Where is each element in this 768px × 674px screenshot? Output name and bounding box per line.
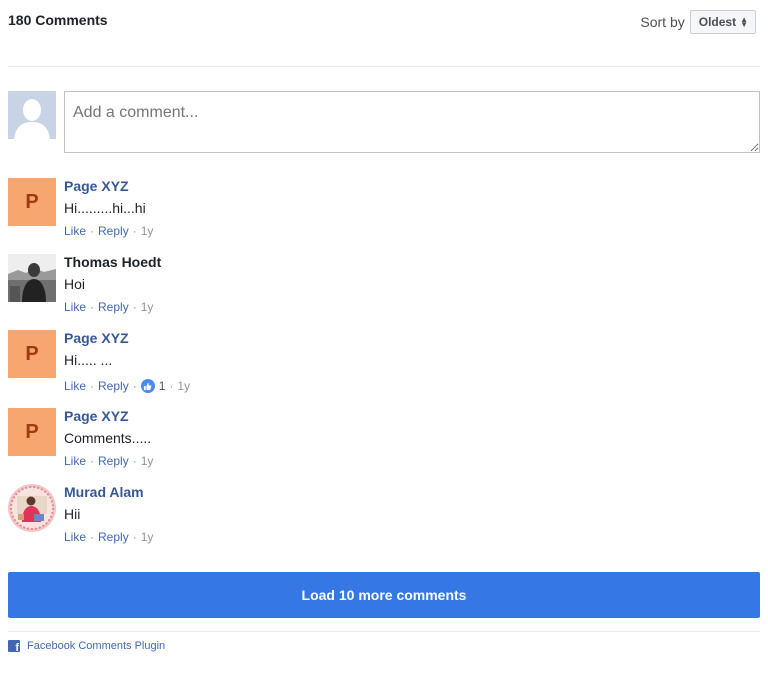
separator: ·: [90, 530, 95, 544]
comment-text: Hi..... ...: [64, 352, 113, 368]
comment-text: Hi.........hi...hi: [64, 200, 146, 216]
comment-input[interactable]: [64, 91, 760, 153]
separator: ·: [132, 224, 137, 238]
comment-text: Comments.....: [64, 430, 152, 446]
reply-link[interactable]: Reply: [98, 379, 129, 393]
page-avatar[interactable]: P: [8, 178, 56, 226]
reply-link[interactable]: Reply: [98, 300, 129, 314]
comment-count: 180 Comments: [8, 12, 108, 28]
comment-actions: Like · Reply · 1y: [64, 300, 153, 314]
page-avatar[interactable]: P: [8, 330, 56, 378]
separator: ·: [132, 454, 137, 468]
comment-age[interactable]: 1y: [141, 224, 154, 238]
like-link[interactable]: Like: [64, 224, 86, 238]
comment-item: P Page XYZ Hi.........hi...hi Like · Rep…: [8, 178, 760, 246]
reply-link[interactable]: Reply: [98, 224, 129, 238]
like-link[interactable]: Like: [64, 300, 86, 314]
comment-age[interactable]: 1y: [141, 300, 154, 314]
reaction-count[interactable]: 1: [159, 379, 166, 393]
thumbs-up-icon[interactable]: [140, 379, 155, 393]
separator: ·: [90, 454, 95, 468]
footer-divider: [8, 631, 760, 632]
comments-header: 180 Comments Sort by Oldest ▲ ▼: [8, 0, 760, 44]
comment-author[interactable]: Thomas Hoedt: [64, 254, 161, 270]
comment-actions: Like · Reply · 1 · 1y: [64, 379, 190, 393]
comment-actions: Like · Reply · 1y: [64, 454, 153, 468]
comment-composer: [8, 91, 760, 153]
plugin-label[interactable]: Facebook Comments Plugin: [27, 640, 165, 652]
separator: ·: [90, 224, 95, 238]
header-divider: [8, 66, 760, 67]
comment-author[interactable]: Murad Alam: [64, 484, 144, 500]
comment-author[interactable]: Page XYZ: [64, 178, 129, 194]
comment-age[interactable]: 1y: [141, 454, 154, 468]
comment-item: P Page XYZ Hi..... ... Like · Reply · 1 …: [8, 330, 760, 398]
comment-item: Murad Alam Hii Like · Reply · 1y: [8, 484, 760, 552]
user-photo-avatar[interactable]: [8, 484, 56, 532]
page-avatar[interactable]: P: [8, 408, 56, 456]
comment-text: Hii: [64, 506, 81, 522]
comment-actions: Like · Reply · 1y: [64, 530, 153, 544]
sort-label: Sort by: [640, 14, 685, 30]
sort-arrows-icon: ▲ ▼: [740, 15, 748, 29]
load-more-button[interactable]: Load 10 more comments: [8, 572, 760, 618]
separator: ·: [90, 379, 95, 393]
separator: ·: [169, 379, 174, 393]
sort-select[interactable]: Oldest ▲ ▼: [689, 10, 756, 34]
plugin-footer[interactable]: f Facebook Comments Plugin: [8, 640, 165, 652]
comment-author[interactable]: Page XYZ: [64, 330, 129, 346]
comment-item: P Page XYZ Comments..... Like · Reply · …: [8, 408, 760, 476]
user-photo-avatar[interactable]: [8, 254, 56, 302]
separator: ·: [132, 379, 137, 393]
comment-age[interactable]: 1y: [141, 530, 154, 544]
comment-item: Thomas Hoedt Hoi Like · Reply · 1y: [8, 254, 760, 322]
comment-age[interactable]: 1y: [177, 379, 190, 393]
facebook-icon: f: [8, 640, 20, 652]
separator: ·: [132, 300, 137, 314]
sort-control: Sort by Oldest ▲ ▼: [640, 10, 756, 34]
separator: ·: [90, 300, 95, 314]
comment-actions: Like · Reply · 1y: [64, 224, 153, 238]
like-link[interactable]: Like: [64, 379, 86, 393]
reply-link[interactable]: Reply: [98, 530, 129, 544]
separator: ·: [132, 530, 137, 544]
sort-value: Oldest: [698, 15, 737, 29]
reply-link[interactable]: Reply: [98, 454, 129, 468]
comment-author[interactable]: Page XYZ: [64, 408, 129, 424]
like-link[interactable]: Like: [64, 530, 86, 544]
like-link[interactable]: Like: [64, 454, 86, 468]
comment-text: Hoi: [64, 276, 86, 292]
current-user-avatar: [8, 91, 56, 139]
